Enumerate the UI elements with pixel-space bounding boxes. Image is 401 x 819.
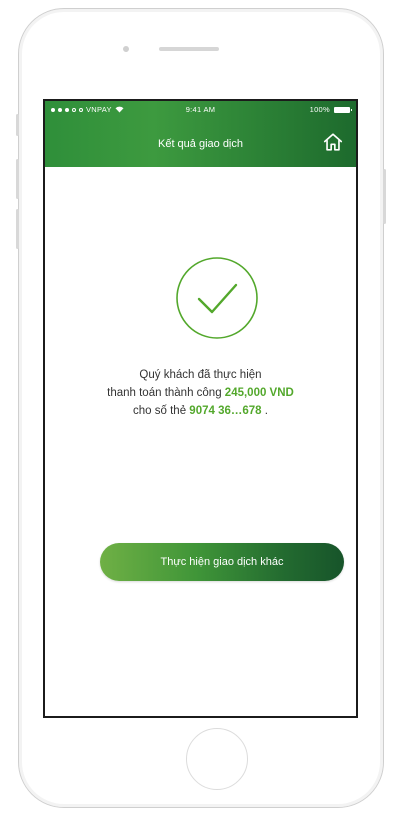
result-line-3: cho số thẻ 9074 36…678 . (45, 402, 356, 420)
battery-icon (334, 106, 352, 113)
new-transaction-button[interactable]: Thực hiện giao dịch khác (100, 543, 344, 581)
volume-down-button (16, 209, 19, 249)
page-title: Kết quả giao dịch (157, 138, 243, 150)
result-line-2-text: thanh toán thành công (107, 387, 225, 399)
earpiece-speaker (159, 47, 219, 51)
payment-amount: 245,000 VND (224, 387, 294, 399)
app-screen: VNPAY 9:41 AM 100% Kết quả giao dịch Quý… (43, 99, 358, 718)
result-line-1: Quý khách đã thực hiện (139, 369, 262, 381)
checkmark-circle-icon (176, 257, 258, 339)
battery-percent: 100% (309, 105, 330, 114)
header-bar: VNPAY 9:41 AM 100% Kết quả giao dịch (45, 101, 356, 167)
status-bar: VNPAY 9:41 AM 100% (45, 101, 356, 119)
card-number: 9074 36…678 (189, 405, 262, 417)
home-icon[interactable] (322, 131, 344, 153)
result-line-3-suffix: . (261, 405, 268, 417)
power-button (383, 169, 386, 224)
status-battery: 100% (309, 105, 352, 114)
front-camera (123, 46, 129, 52)
phone-home-button[interactable] (186, 728, 248, 790)
result-line-2: thanh toán thành công 245,000 VND (45, 384, 356, 402)
volume-up-button (16, 159, 19, 199)
result-message: Quý khách đã thực hiện thanh toán thành … (45, 366, 356, 420)
mute-switch (16, 114, 19, 136)
result-line-3-text: cho số thẻ (133, 405, 190, 417)
